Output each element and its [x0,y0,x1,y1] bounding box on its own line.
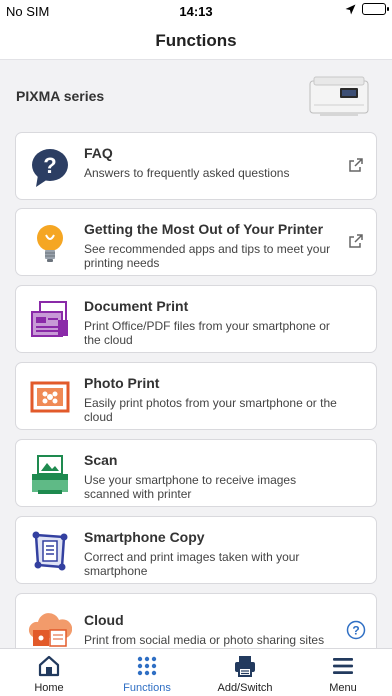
menu-icon [333,658,353,674]
tab-label: Menu [329,682,357,694]
page-title: Functions [0,22,392,60]
tab-home[interactable]: Home [0,649,98,696]
cloud-icon [28,613,72,647]
tab-label: Home [34,682,64,694]
photo-print-card[interactable]: Photo Print Easily print photos from you… [15,362,377,430]
faq-icon: ? [32,149,68,187]
smartphone-copy-card[interactable]: Smartphone Copy Correct and print images… [15,516,377,584]
card-description: Answers to frequently asked questions [84,166,290,180]
card-title: Getting the Most Out of Your Printer [84,221,324,237]
document-print-card[interactable]: Document Print Print Office/PDF files fr… [15,285,377,353]
card-description: Easily print photos from your smartphone… [84,396,337,424]
card-title: FAQ [84,145,113,161]
tab-functions[interactable]: Functions [98,649,196,696]
card-title: Smartphone Copy [84,529,205,545]
tab-add-switch[interactable]: Add/Switch [196,649,294,696]
printer-icon [235,656,255,677]
printer-image [309,76,369,116]
card-description: Print Office/PDF files from your smartph… [84,319,330,347]
printer-row[interactable]: PIXMA series [0,61,392,127]
status-right [345,3,389,15]
status-time: 14:13 [179,4,213,19]
document-print-icon [31,301,68,337]
card-title: Photo Print [84,375,160,391]
svg-text:?: ? [352,624,359,638]
tab-bar: Home Functions Add/Switch Menu [0,648,392,696]
external-link-icon [349,234,363,248]
scan-card[interactable]: Scan Use your smartphone to receive imag… [15,439,377,507]
photo-print-icon [30,381,70,413]
scan-icon [32,455,68,494]
cloud-card[interactable]: Cloud Print from social media or photo s… [15,593,377,648]
card-title: Scan [84,452,118,468]
status-bar: No SIM 14:13 [0,0,392,22]
card-description: See recommended apps and tips to meet yo… [84,242,331,270]
card-title: Document Print [84,298,189,314]
printer-name: PIXMA series [16,88,105,104]
tips-card[interactable]: Getting the Most Out of Your Printer See… [15,208,377,276]
tab-menu[interactable]: Menu [294,649,392,696]
svg-text:?: ? [43,153,56,178]
help-icon[interactable]: ? [346,620,366,640]
functions-list: PIXMA series ? FAQ Answers to frequently… [0,61,392,648]
card-description: Print from social media or photo sharing… [84,633,325,647]
card-title: Cloud [84,612,124,628]
tab-label: Add/Switch [217,682,273,694]
location-arrow-icon [345,4,356,14]
external-link-icon [349,158,363,172]
battery-icon [362,3,389,15]
faq-card[interactable]: ? FAQ Answers to frequently asked questi… [15,132,377,200]
home-icon [38,655,60,677]
card-description: Use your smartphone to receive images sc… [84,473,297,501]
card-description: Correct and print images taken with your… [84,550,300,578]
lightbulb-icon [37,225,63,262]
tab-label: Functions [123,682,171,694]
grid-icon [137,656,157,676]
smartphone-copy-icon [32,531,68,571]
